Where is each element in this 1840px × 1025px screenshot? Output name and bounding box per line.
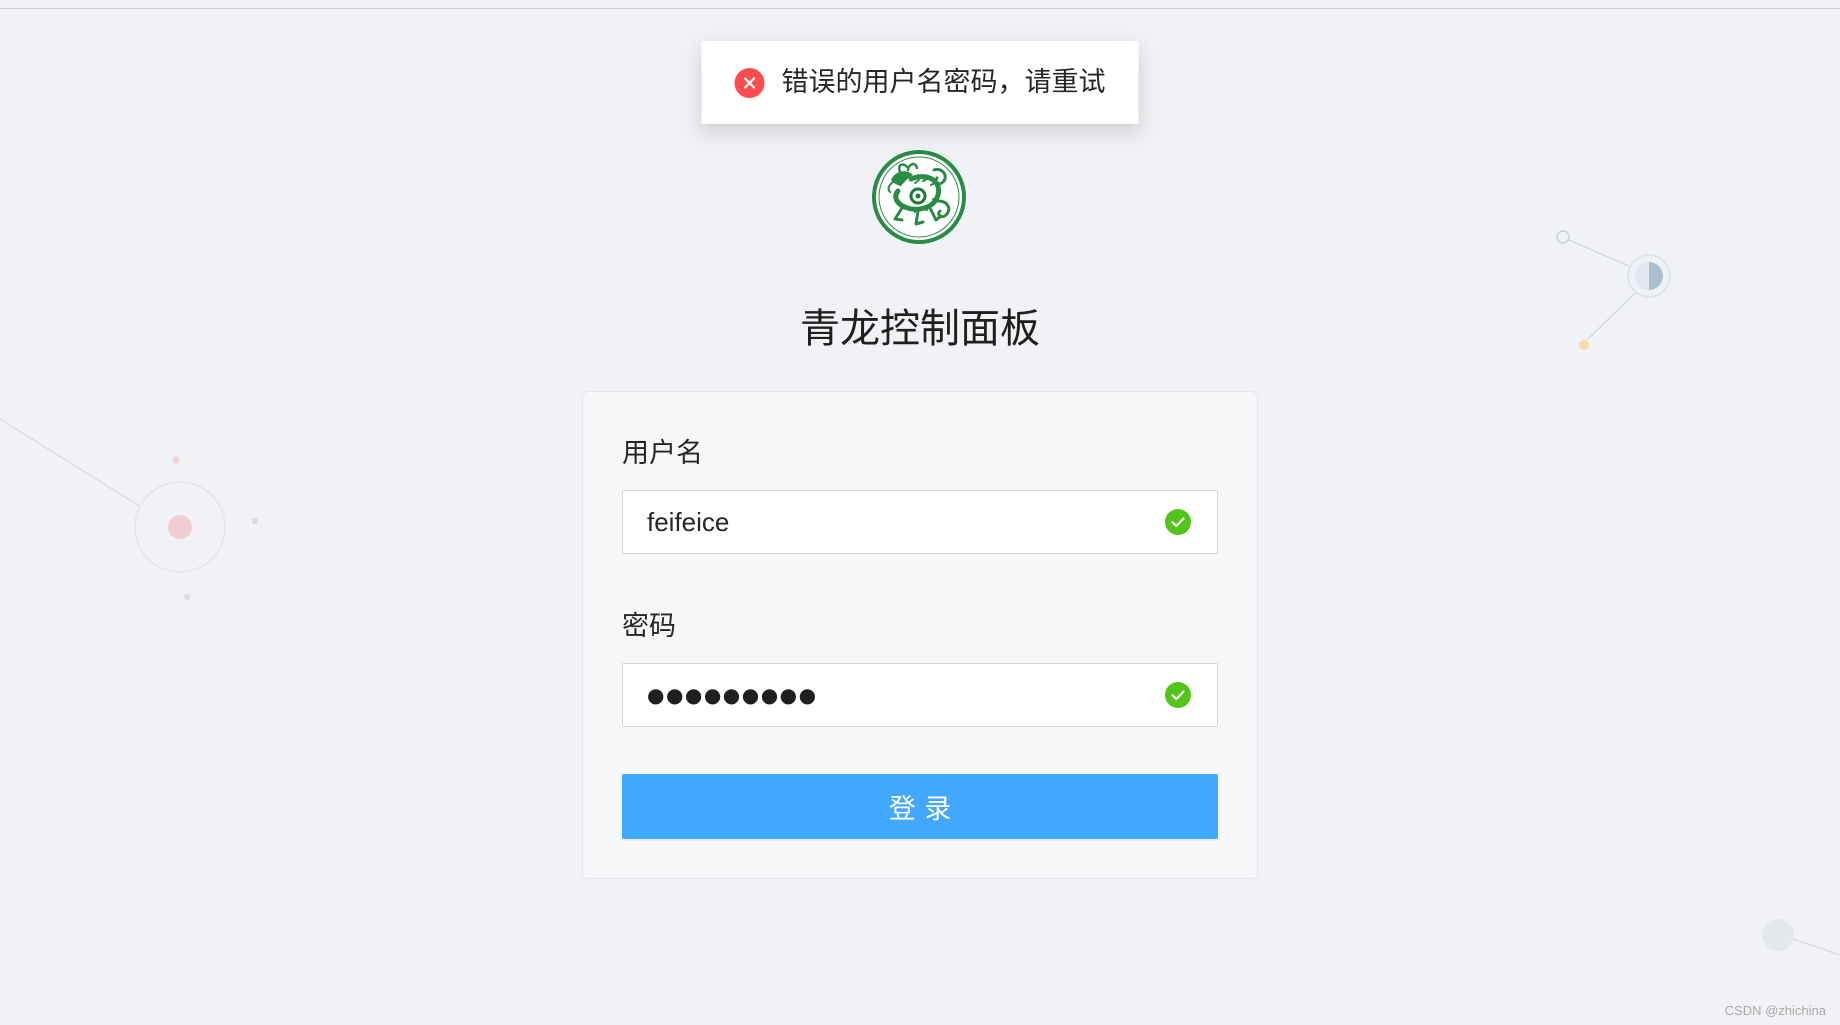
decor-line xyxy=(0,418,142,508)
username-label: 用户名 xyxy=(622,438,703,469)
error-circle-icon xyxy=(734,67,765,98)
qinglong-logo xyxy=(871,149,967,245)
login-button[interactable]: 登 录 xyxy=(622,774,1218,839)
password-input[interactable] xyxy=(623,664,1217,726)
username-field xyxy=(622,490,1218,554)
decor-dot xyxy=(172,456,180,464)
decor-line xyxy=(1792,938,1840,956)
error-toast: 错误的用户名密码，请重试 xyxy=(701,41,1139,124)
watermark: CSDN @zhichina xyxy=(1724,1003,1826,1018)
check-circle-icon xyxy=(1164,681,1192,709)
password-field xyxy=(622,663,1218,727)
login-form: 用户名 密码 登 录 xyxy=(582,391,1258,879)
check-circle-icon xyxy=(1164,508,1192,536)
decor-dot xyxy=(184,594,190,600)
decor-dot xyxy=(1762,919,1794,951)
decor-ring xyxy=(1556,230,1570,244)
window-top-border xyxy=(0,8,1840,9)
error-message: 错误的用户名密码，请重试 xyxy=(781,66,1106,98)
decor-dot xyxy=(168,515,192,539)
decor-dot xyxy=(252,518,258,524)
password-label: 密码 xyxy=(622,611,676,642)
username-input[interactable] xyxy=(623,491,1217,553)
page-title: 青龙控制面板 xyxy=(800,306,1040,352)
decor-line xyxy=(1568,239,1630,267)
